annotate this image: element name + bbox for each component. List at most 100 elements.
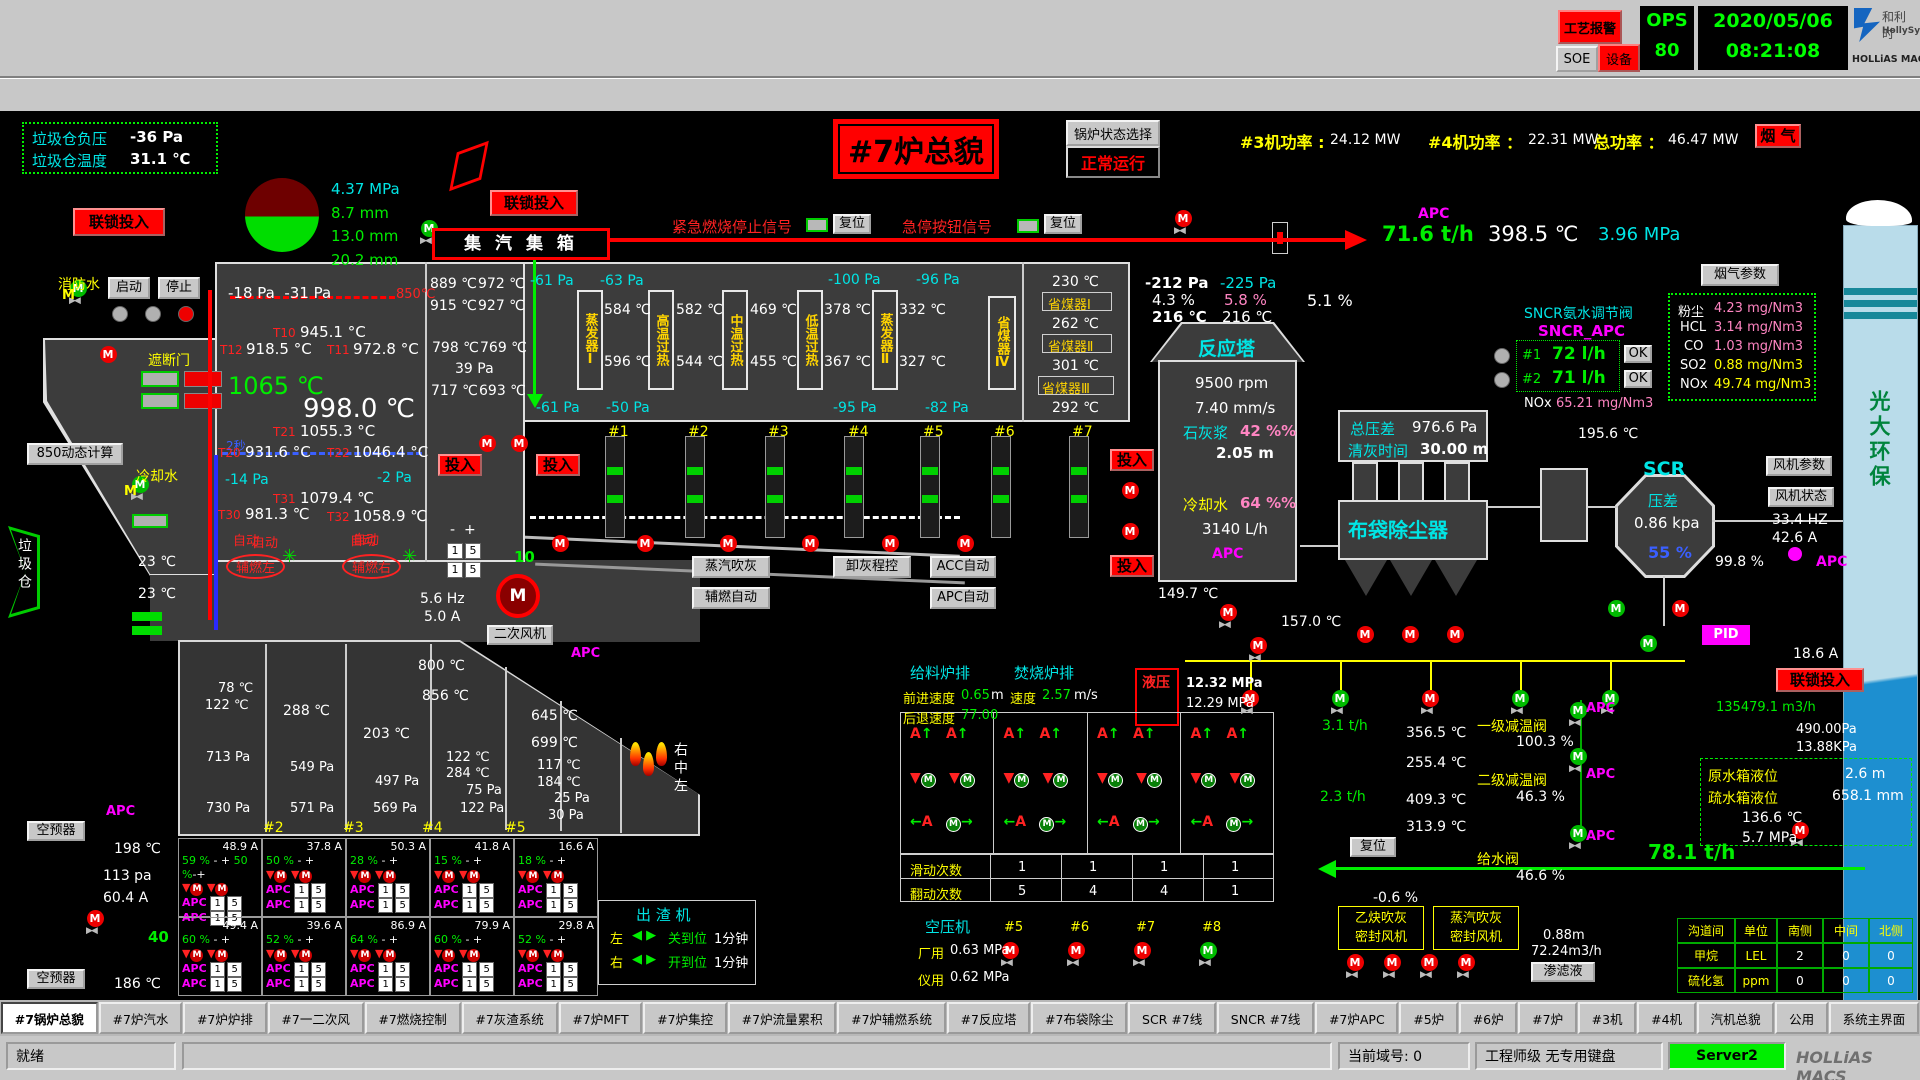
interlock-btn-2[interactable]: 联锁投入 bbox=[490, 190, 578, 216]
tab-#3机[interactable]: #3机 bbox=[1578, 1002, 1636, 1034]
aux-auto-btn[interactable]: 辅燃自动 bbox=[692, 587, 770, 609]
flue-params-btn[interactable]: 烟气参数 bbox=[1701, 264, 1779, 286]
eco-feed-m-2[interactable]: M bbox=[1122, 523, 1139, 540]
soe-button[interactable]: SOE bbox=[1556, 46, 1598, 72]
stop-btn[interactable]: 停止 bbox=[158, 277, 200, 299]
fan-cell-1-3[interactable]: 50.3 A28 % - +▼M ▼MAPC 15APC 15 bbox=[346, 838, 430, 917]
fan-cell-2-1[interactable]: 49.4 A60 % - +▼M ▼MAPC 15APC 15 bbox=[178, 917, 262, 996]
grate-icons-2-1[interactable]: A↑ A↑ bbox=[1004, 726, 1063, 742]
fan-cell-2-5[interactable]: 29.8 A52 % - +▼M ▼MAPC 15APC 15 bbox=[514, 917, 598, 996]
tab-#7炉辅燃系统[interactable]: #7炉辅燃系统 bbox=[837, 1002, 945, 1034]
interlock-btn-1[interactable]: 联锁投入 bbox=[73, 208, 165, 236]
airheater-m[interactable]: M bbox=[87, 910, 104, 927]
fan-params-btn[interactable]: 风机参数 bbox=[1766, 456, 1832, 476]
tab-汽机总貌[interactable]: 汽机总貌 bbox=[1697, 1002, 1775, 1034]
device-alarm-button[interactable]: 设备 bbox=[1598, 44, 1640, 72]
sec-fan-btn[interactable]: 二次风机 bbox=[487, 625, 553, 645]
grate-icons-2-2[interactable]: ▼M ▼M bbox=[1004, 770, 1069, 788]
apc-auto-btn[interactable]: APC自动 bbox=[930, 587, 996, 609]
right-m-1[interactable]: M bbox=[1608, 600, 1625, 617]
boiler-state-select-button[interactable]: 锅炉状态选择 bbox=[1066, 120, 1160, 146]
apc-bp-dot[interactable] bbox=[1788, 547, 1802, 561]
grate-icons-1-2[interactable]: ▼M ▼M bbox=[910, 770, 975, 788]
tab-#7炉流量累积[interactable]: #7炉流量累积 bbox=[728, 1002, 836, 1034]
tab-#7布袋除尘[interactable]: #7布袋除尘 bbox=[1031, 1002, 1127, 1034]
commit-btn-3[interactable]: 投入 bbox=[1110, 449, 1154, 471]
reactor-out-m-2[interactable]: M bbox=[1250, 637, 1267, 654]
fan-cell-2-2[interactable]: 39.6 A52 % - +▼M ▼MAPC 15APC 15 bbox=[262, 917, 346, 996]
tab-#7炉炉排[interactable]: #7炉炉排 bbox=[183, 1002, 266, 1034]
grate-icons-1-3[interactable]: ←A M→ bbox=[910, 814, 973, 832]
compressor-m-8[interactable]: M bbox=[1200, 942, 1217, 959]
estop-reset-btn[interactable]: 复位 bbox=[1044, 214, 1082, 234]
grate-m-1[interactable]: M bbox=[552, 535, 569, 552]
fan-cell-1-2[interactable]: 37.8 A50 % - +▼M ▼MAPC 15APC 15 bbox=[262, 838, 346, 917]
fan-cell-1-4[interactable]: 41.8 A15 % - +▼M ▼MAPC 15APC 15 bbox=[430, 838, 514, 917]
emerg-reset-btn[interactable]: 复位 bbox=[833, 214, 871, 234]
status-server[interactable]: Server2 bbox=[1668, 1042, 1786, 1070]
pid-btn[interactable]: PID bbox=[1702, 625, 1750, 645]
grate-icons-4-2[interactable]: ▼M ▼M bbox=[1191, 770, 1256, 788]
tab-#7炉汽水[interactable]: #7炉汽水 bbox=[99, 1002, 182, 1034]
grate-icons-4-3[interactable]: ←A M→ bbox=[1191, 814, 1254, 832]
grate-m-6[interactable]: M bbox=[957, 535, 974, 552]
tab-#7炉MFT[interactable]: #7炉MFT bbox=[559, 1002, 643, 1034]
acet-seal-fan[interactable]: 乙炔吹灰 密封风机 bbox=[1338, 906, 1424, 950]
fan-cell-2-3[interactable]: 86.9 A64 % - +▼M ▼MAPC 15APC 15 bbox=[346, 917, 430, 996]
grate-m-3[interactable]: M bbox=[720, 535, 737, 552]
eco-feed-m-1[interactable]: M bbox=[1122, 482, 1139, 499]
spray-valve-2[interactable]: M bbox=[1570, 748, 1587, 765]
feed-m-1[interactable]: M bbox=[479, 435, 496, 452]
compressor-m-7[interactable]: M bbox=[1134, 942, 1151, 959]
grate-icons-3-2[interactable]: ▼M ▼M bbox=[1097, 770, 1162, 788]
fluegas-btn[interactable]: 烟 气 bbox=[1755, 124, 1801, 148]
tab-SCR #7线[interactable]: SCR #7线 bbox=[1128, 1002, 1216, 1034]
grate-icons-3-1[interactable]: A↑ A↑ bbox=[1097, 726, 1156, 742]
leachate-m-4[interactable]: M bbox=[1458, 954, 1475, 971]
tab-#7反应塔[interactable]: #7反应塔 bbox=[947, 1002, 1030, 1034]
leachate-btn[interactable]: 渗滤液 bbox=[1531, 962, 1595, 982]
aux-right[interactable]: 辅燃右 bbox=[342, 554, 401, 579]
sncr-1-ok[interactable]: OK bbox=[1624, 345, 1652, 363]
tab-#7燃烧控制[interactable]: #7燃烧控制 bbox=[365, 1002, 461, 1034]
start-btn[interactable]: 启动 bbox=[108, 277, 150, 299]
baghouse-hopper-m-3[interactable]: M bbox=[1447, 626, 1464, 643]
aux-left[interactable]: 辅燃左 bbox=[226, 554, 285, 579]
grate-icons-1-1[interactable]: A↑ A↑ bbox=[910, 726, 969, 742]
grate-icons-2-3[interactable]: ←A M→ bbox=[1004, 814, 1067, 832]
fan-cell-1-1[interactable]: 48.9 A59 % - + 50 %-+▼M ▼MAPC 15APC 15 bbox=[178, 838, 262, 917]
airheater-btn-2[interactable]: 空预器 bbox=[27, 969, 85, 989]
grate-icons-4-1[interactable]: A↑ A↑ bbox=[1191, 726, 1250, 742]
leachate-m-2[interactable]: M bbox=[1384, 954, 1401, 971]
spray-valve-1[interactable]: M bbox=[1570, 702, 1587, 719]
grate-m-2[interactable]: M bbox=[637, 535, 654, 552]
commit-btn-1[interactable]: 投入 bbox=[438, 454, 482, 476]
fan-cell-1-5[interactable]: 16.6 A18 % - +▼M ▼MAPC 15APC 15 bbox=[514, 838, 598, 917]
tab-#6炉[interactable]: #6炉 bbox=[1459, 1002, 1517, 1034]
tab-SNCR #7线[interactable]: SNCR #7线 bbox=[1217, 1002, 1314, 1034]
fan-cell-2-4[interactable]: 79.9 A60 % - +▼M ▼MAPC 15APC 15 bbox=[430, 917, 514, 996]
baghouse-hopper-m-2[interactable]: M bbox=[1402, 626, 1419, 643]
acc-auto-btn[interactable]: ACC自动 bbox=[930, 556, 996, 578]
tab-公用[interactable]: 公用 bbox=[1775, 1002, 1828, 1034]
grate-m-5[interactable]: M bbox=[882, 535, 899, 552]
interlock-btn-3[interactable]: 联锁投入 bbox=[1776, 668, 1864, 692]
right-m-2[interactable]: M bbox=[1640, 635, 1657, 652]
feedwater-valve[interactable]: M bbox=[1570, 825, 1587, 842]
airheater-btn-1[interactable]: 空预器 bbox=[27, 821, 85, 841]
tab-#7炉[interactable]: #7炉 bbox=[1518, 1002, 1576, 1034]
tab-#7锅炉总貌[interactable]: #7锅炉总貌 bbox=[1, 1002, 98, 1034]
calc850-btn[interactable]: 850动态计算 bbox=[27, 443, 123, 465]
tab-#7炉集控[interactable]: #7炉集控 bbox=[643, 1002, 726, 1034]
ash-line-m-4[interactable]: M bbox=[1512, 690, 1529, 707]
process-alarm-button[interactable]: 工艺报警 bbox=[1558, 10, 1622, 44]
commit-btn-2[interactable]: 投入 bbox=[536, 454, 580, 476]
ash-prog-btn[interactable]: 卸灰程控 bbox=[833, 556, 911, 578]
gate-valve[interactable]: M bbox=[100, 346, 117, 363]
ash-line-m-2[interactable]: M bbox=[1332, 690, 1349, 707]
baghouse-hopper-m-1[interactable]: M bbox=[1357, 626, 1374, 643]
compressor-m-6[interactable]: M bbox=[1068, 942, 1085, 959]
tab-#5炉[interactable]: #5炉 bbox=[1399, 1002, 1457, 1034]
feed-m-2[interactable]: M bbox=[511, 435, 528, 452]
grate-icons-3-3[interactable]: ←A M→ bbox=[1097, 814, 1160, 832]
